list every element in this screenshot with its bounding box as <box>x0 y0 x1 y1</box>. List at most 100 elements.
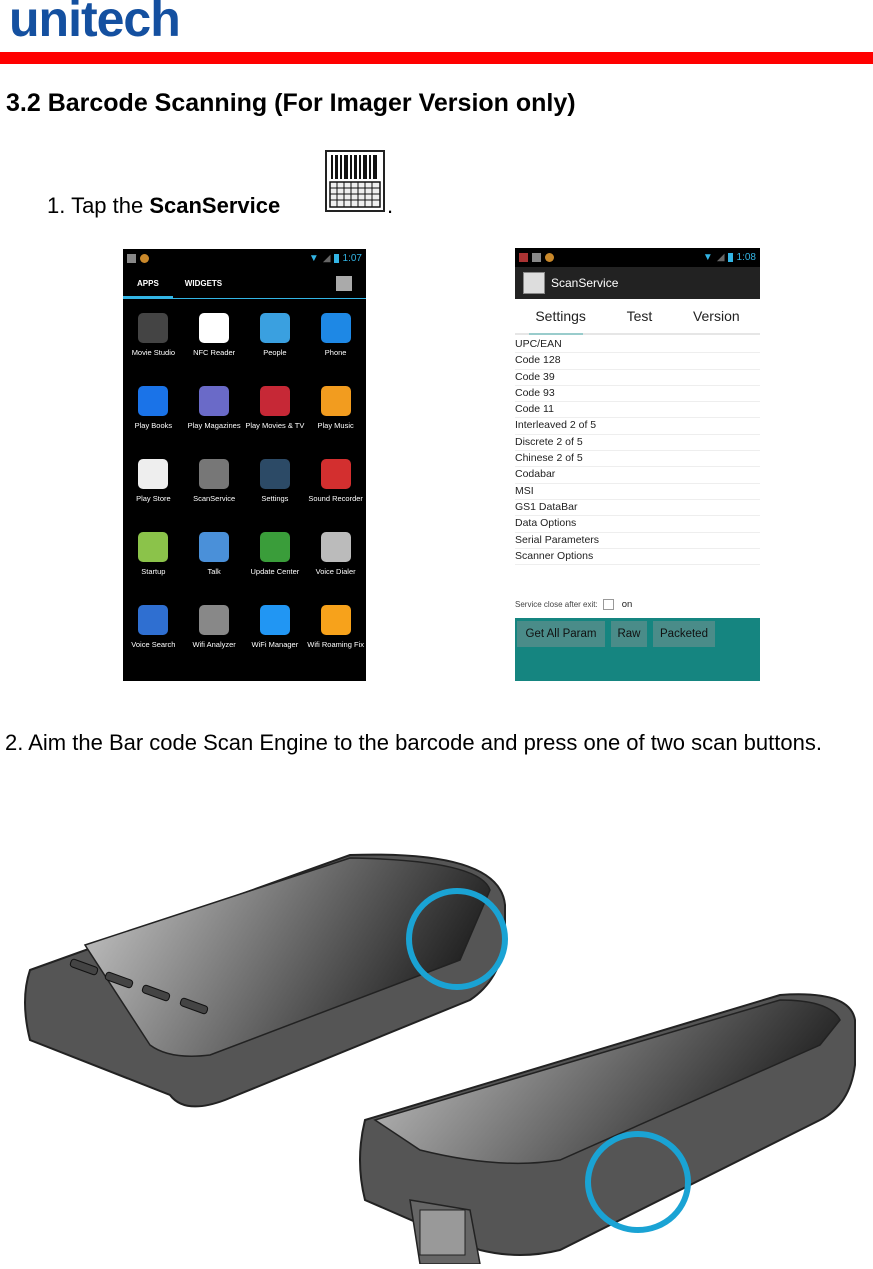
magazine-icon <box>199 386 230 416</box>
tab-settings[interactable]: Settings <box>535 308 586 324</box>
settings-list-item[interactable]: GS1 DataBar <box>515 500 760 517</box>
app-label: Sound Recorder <box>308 494 363 503</box>
tab-version[interactable]: Version <box>693 308 740 324</box>
app-label: Phone <box>324 348 347 357</box>
service-close-label: Service close after exit: <box>515 600 598 609</box>
step-1-period: . <box>387 193 394 218</box>
packeted-button[interactable]: Packeted <box>653 621 715 647</box>
phone-icon <box>320 313 351 343</box>
service-close-row: Service close after exit: on <box>515 599 632 610</box>
tab-apps[interactable]: APPS <box>137 279 159 288</box>
tab-selected-indicator <box>529 333 583 335</box>
app-label: Play Music <box>317 421 354 430</box>
app-people[interactable]: People <box>245 313 306 386</box>
app-play-movies-tv[interactable]: Play Movies & TV <box>245 386 306 459</box>
app-label: ScanService <box>193 494 236 503</box>
wifi-icon: ▼ <box>702 252 713 263</box>
app-label: Wifi Analyzer <box>192 640 236 649</box>
app-update-center[interactable]: Update Center <box>245 532 306 605</box>
app-label: WiFi Manager <box>251 640 299 649</box>
roaming-icon <box>140 253 149 263</box>
app-label: Settings <box>261 494 289 503</box>
app-drawer-screenshot: ▼ ◢ 1:07 APPS WIDGETS Movie Studio NFC Re… <box>123 249 366 681</box>
app-play-magazines[interactable]: Play Magazines <box>184 386 245 459</box>
scan-notify-icon <box>519 253 528 262</box>
app-label: Wifi Roaming Fix <box>307 640 364 649</box>
app-label: Voice Search <box>131 640 176 649</box>
app-voice-search[interactable]: Voice Search <box>123 605 184 678</box>
roaming-icon <box>545 253 554 262</box>
app-talk[interactable]: Talk <box>184 532 245 605</box>
settings-list-item[interactable]: Code 39 <box>515 370 760 386</box>
app-startup[interactable]: Startup <box>123 532 184 605</box>
device-illustration <box>0 830 873 1265</box>
settings-list-item[interactable]: Data Options <box>515 516 760 533</box>
headphones-icon <box>320 386 351 416</box>
clapperboard-icon <box>138 313 169 343</box>
app-movie-studio[interactable]: Movie Studio <box>123 313 184 386</box>
app-play-store[interactable]: Play Store <box>123 459 184 532</box>
film-icon <box>259 386 290 416</box>
service-close-checkbox[interactable] <box>602 599 614 610</box>
step-1-text: 1. Tap the ScanService <box>47 193 280 219</box>
status-bar: ▼ ◢ 1:07 <box>123 249 366 267</box>
app-label: Play Magazines <box>187 421 241 430</box>
wifi-icon: ▼ <box>308 252 319 264</box>
tab-test[interactable]: Test <box>627 308 653 324</box>
settings-list-item[interactable]: Code 128 <box>515 353 760 370</box>
service-close-on-label: on <box>621 599 633 610</box>
app-label: Talk <box>207 567 221 576</box>
app-label: Voice Dialer <box>315 567 356 576</box>
sliders-icon <box>259 459 290 489</box>
drawer-tabs: APPS WIDGETS <box>123 267 366 299</box>
signal-icon: ◢ <box>322 252 331 264</box>
scanservice-screenshot: ▼ ◢ 1:08 ScanService Settings Test Versi… <box>515 248 760 681</box>
antenna-icon <box>259 605 290 635</box>
action-bar: ScanService <box>515 267 760 299</box>
settings-list-item[interactable]: Chinese 2 of 5 <box>515 451 760 468</box>
wifi-meter-icon <box>199 605 230 635</box>
android-icon <box>138 532 169 562</box>
signal-icon: ◢ <box>716 252 725 263</box>
app-nfc-reader[interactable]: NFC Reader <box>184 313 245 386</box>
settings-list-item[interactable]: UPC/EAN <box>515 337 760 354</box>
app-wifi-roaming-fix[interactable]: Wifi Roaming Fix <box>305 605 366 678</box>
header-red-bar <box>0 52 873 64</box>
barcode-keypad-icon <box>199 459 230 489</box>
app-label: Startup <box>141 567 166 576</box>
section-title: 3.2 Barcode Scanning (For Imager Version… <box>6 89 576 117</box>
settings-list-item[interactable]: Codabar <box>515 467 760 484</box>
raw-button[interactable]: Raw <box>611 621 647 647</box>
nfc-icon <box>199 313 230 343</box>
microphone-icon <box>138 605 169 635</box>
settings-list-item[interactable]: Code 11 <box>515 402 760 419</box>
app-voice-dialer[interactable]: Voice Dialer <box>305 532 366 605</box>
step-1-app-name: ScanService <box>149 193 281 218</box>
book-icon <box>138 386 169 416</box>
settings-list-item[interactable]: Scanner Options <box>515 549 760 566</box>
tab-widgets[interactable]: WIDGETS <box>185 279 222 288</box>
store-bag-icon[interactable] <box>336 276 352 291</box>
get-all-param-button[interactable]: Get All Param <box>517 621 605 647</box>
app-phone[interactable]: Phone <box>305 313 366 386</box>
settings-list-item[interactable]: Discrete 2 of 5 <box>515 435 760 452</box>
unitech-logo: unitech <box>9 0 181 47</box>
app-label: Play Books <box>134 421 173 430</box>
settings-list-item[interactable]: MSI <box>515 484 760 500</box>
app-play-music[interactable]: Play Music <box>305 386 366 459</box>
app-scanservice[interactable]: ScanService <box>184 459 245 532</box>
app-grid: Movie Studio NFC Reader People Phone Play Bo… <box>123 299 366 678</box>
app-wifi-analyzer[interactable]: Wifi Analyzer <box>184 605 245 678</box>
status-bar: ▼ ◢ 1:08 <box>515 248 760 267</box>
app-wifi-manager[interactable]: WiFi Manager <box>245 605 306 678</box>
settings-list-item[interactable]: Serial Parameters <box>515 533 760 549</box>
app-settings[interactable]: Settings <box>245 459 306 532</box>
settings-list-item[interactable]: Code 93 <box>515 386 760 403</box>
app-label: Play Store <box>136 494 171 503</box>
button-bar: Get All Param Raw Packeted <box>515 618 760 681</box>
app-sound-recorder[interactable]: Sound Recorder <box>305 459 366 532</box>
settings-list-item[interactable]: Interleaved 2 of 5 <box>515 418 760 435</box>
app-play-books[interactable]: Play Books <box>123 386 184 459</box>
status-time: 1:07 <box>342 252 362 264</box>
store-bag-icon <box>138 459 169 489</box>
